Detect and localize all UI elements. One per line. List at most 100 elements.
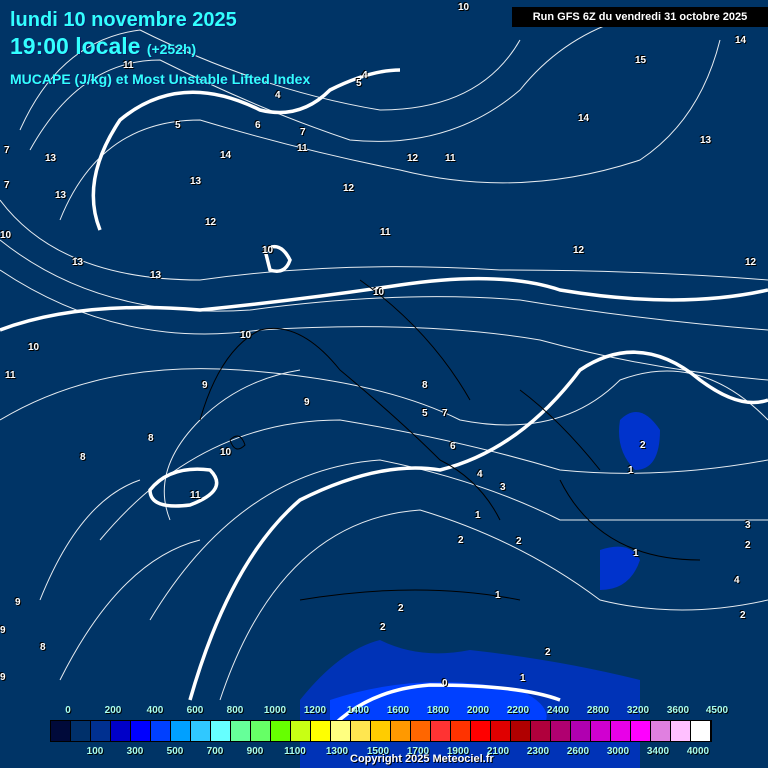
contour-label: 2 bbox=[740, 610, 746, 621]
contour-label: 14 bbox=[735, 35, 747, 46]
contour-label: 9 bbox=[202, 380, 208, 391]
contour-label: 8 bbox=[80, 452, 86, 463]
colorbar-label-bottom: 2600 bbox=[566, 746, 590, 757]
thin-contours bbox=[0, 19, 768, 701]
colorbar-label-top: 400 bbox=[146, 705, 164, 716]
contour-label: 10 bbox=[240, 330, 252, 341]
contour-label: 13 bbox=[190, 176, 202, 187]
colorbar-swatch bbox=[651, 721, 671, 741]
contour-label: 2 bbox=[516, 536, 522, 547]
contour-label: 11 bbox=[190, 490, 201, 501]
contour-label: 13 bbox=[55, 190, 67, 201]
contour-label: 2 bbox=[745, 540, 751, 551]
contour-label: 1 bbox=[520, 673, 526, 684]
colorbar-label-top: 2000 bbox=[466, 705, 490, 716]
contour-label: 12 bbox=[745, 257, 757, 268]
map-view: lundi 10 novembre 2025 19:00 locale (+25… bbox=[0, 0, 768, 768]
contour-label: 10 bbox=[28, 342, 40, 353]
contour-label: 14 bbox=[220, 150, 232, 161]
colorbar-swatch bbox=[451, 721, 471, 741]
colorbar-label-top: 3600 bbox=[666, 705, 690, 716]
colorbar-swatch bbox=[411, 721, 431, 741]
colorbar-swatch bbox=[591, 721, 611, 741]
contour-label: 9 bbox=[0, 625, 6, 636]
colorbar-label-bottom: 3000 bbox=[606, 746, 630, 757]
colorbar-swatch bbox=[131, 721, 151, 741]
colorbar-label-top: 600 bbox=[186, 705, 204, 716]
contour-label: 1 bbox=[633, 548, 639, 559]
colorbar-label-top: 1800 bbox=[426, 705, 450, 716]
colorbar-swatch bbox=[571, 721, 591, 741]
contour-label: 11 bbox=[445, 153, 456, 164]
colorbar-label-bottom: 900 bbox=[246, 746, 264, 757]
colorbar-label-top: 1600 bbox=[386, 705, 410, 716]
colorbar-label-top: 1000 bbox=[263, 705, 287, 716]
colorbar-swatch bbox=[111, 721, 131, 741]
contour-label: 13 bbox=[150, 270, 162, 281]
colorbar-label-top: 1400 bbox=[346, 705, 370, 716]
copyright: Copyright 2025 Meteociel.fr bbox=[350, 753, 494, 765]
contour-label: 13 bbox=[45, 153, 57, 164]
contour-label: 1 bbox=[475, 510, 481, 521]
colorbar-swatch bbox=[71, 721, 91, 741]
colorbar-swatch bbox=[331, 721, 351, 741]
contour-label: 12 bbox=[343, 183, 355, 194]
colorbar-label-top: 2400 bbox=[546, 705, 570, 716]
colorbar-swatch bbox=[151, 721, 171, 741]
colorbar-swatch bbox=[531, 721, 551, 741]
contour-label: 2 bbox=[380, 622, 386, 633]
contour-label: 5 bbox=[175, 120, 181, 131]
contour-label: 11 bbox=[5, 370, 16, 381]
colorbar-swatch bbox=[491, 721, 511, 741]
contour-label: 15 bbox=[635, 55, 647, 66]
contour-label: 13 bbox=[72, 257, 84, 268]
contour-label: 9 bbox=[304, 397, 310, 408]
contour-label: 7 bbox=[442, 408, 448, 419]
colorbar-label-top: 800 bbox=[226, 705, 244, 716]
colorbar-swatch bbox=[671, 721, 691, 741]
contour-label: 2 bbox=[545, 647, 551, 658]
colorbar-swatch bbox=[211, 721, 231, 741]
contour-label: 12 bbox=[407, 153, 419, 164]
colorbar-swatch bbox=[51, 721, 71, 741]
contour-map bbox=[0, 19, 768, 768]
contour-label: 9 bbox=[15, 597, 21, 608]
colorbar-label-bottom: 700 bbox=[206, 746, 224, 757]
colorbar-swatch bbox=[471, 721, 491, 741]
colorbar-swatch bbox=[251, 721, 271, 741]
colorbar-swatch bbox=[391, 721, 411, 741]
colorbar-swatch bbox=[191, 721, 211, 741]
colorbar-swatch bbox=[631, 721, 651, 741]
colorbar-label-top: 2200 bbox=[506, 705, 530, 716]
contour-label: 4 bbox=[734, 575, 740, 586]
colorbar-swatch bbox=[91, 721, 111, 741]
colorbar-swatch bbox=[691, 721, 711, 741]
contour-label: 7 bbox=[4, 145, 10, 156]
contour-label: 10 bbox=[262, 245, 274, 256]
contour-label: 5 bbox=[356, 78, 362, 89]
contour-label: 4 bbox=[362, 70, 368, 81]
colorbar-label-bottom: 300 bbox=[126, 746, 144, 757]
lead-time: (+252h) bbox=[146, 41, 197, 57]
colorbar-label-top: 4500 bbox=[705, 705, 729, 716]
contour-label: 0 bbox=[442, 678, 448, 689]
colorbar-swatch bbox=[431, 721, 451, 741]
parameter-title: MUCAPE (J/kg) et Most Unstable Lifted In… bbox=[10, 71, 311, 87]
contour-label: 4 bbox=[477, 469, 483, 480]
thick-contours bbox=[0, 68, 768, 742]
contour-label: 10 bbox=[373, 287, 385, 298]
colorbar-swatch bbox=[611, 721, 631, 741]
colorbar-swatch bbox=[291, 721, 311, 741]
contour-label: 5 bbox=[422, 408, 428, 419]
run-info: Run GFS 6Z du vendredi 31 octobre 2025 bbox=[512, 7, 768, 27]
colorbar-label-top: 0 bbox=[65, 705, 71, 716]
contour-label: 12 bbox=[573, 245, 585, 256]
colorbar-swatch bbox=[511, 721, 531, 741]
contour-label: 11 bbox=[297, 143, 308, 154]
colorbar-label-top: 3200 bbox=[626, 705, 650, 716]
colorbar-label-bottom: 1100 bbox=[284, 746, 306, 757]
contour-label: 8 bbox=[40, 642, 46, 653]
colorbar-label-bottom: 500 bbox=[166, 746, 184, 757]
colorbar-label-bottom: 3400 bbox=[646, 746, 670, 757]
colorbar-swatch bbox=[271, 721, 291, 741]
